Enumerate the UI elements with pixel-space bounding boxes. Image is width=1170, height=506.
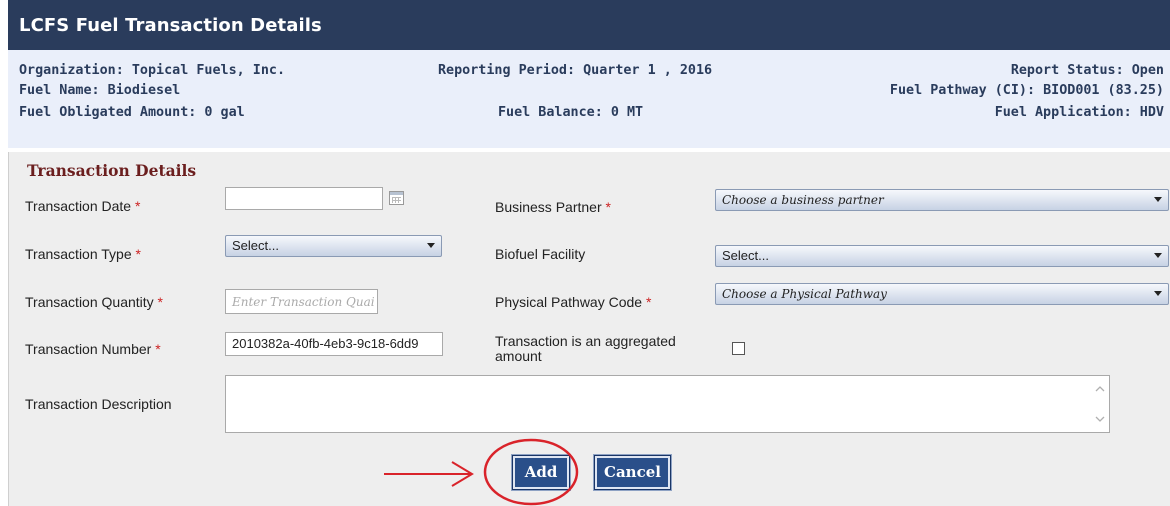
scroll-up-icon[interactable]: [1095, 384, 1105, 394]
cancel-button[interactable]: Cancel: [594, 455, 671, 490]
transaction-quantity-input[interactable]: Enter Transaction Quai: [225, 289, 378, 314]
required-marker: *: [134, 198, 141, 214]
transaction-type-select[interactable]: Select...: [225, 235, 442, 257]
required-marker: *: [605, 199, 611, 215]
calendar-icon[interactable]: [389, 191, 404, 205]
aggregated-label: Transaction is an aggregated amount: [495, 333, 676, 364]
biofuel-facility-select[interactable]: Select...: [715, 245, 1169, 267]
required-marker: *: [645, 294, 652, 310]
report-status-info: Report Status: Open: [1010, 63, 1164, 78]
add-button[interactable]: Add: [512, 455, 570, 490]
fuel-application-info: Fuel Application: HDV: [994, 105, 1164, 120]
page-title: LCFS Fuel Transaction Details: [19, 15, 322, 36]
business-partner-select[interactable]: Choose a business partner: [715, 189, 1169, 211]
transaction-form: Transaction Details Transaction Date * B…: [8, 152, 1170, 506]
required-marker: *: [155, 341, 161, 357]
transaction-quantity-label: Transaction Quantity *: [25, 294, 163, 310]
biofuel-facility-label: Biofuel Facility: [495, 246, 586, 262]
reporting-period-info: Reporting Period: Quarter 1 , 2016: [438, 63, 713, 78]
fuel-info-panel: Organization: Topical Fuels, Inc. Report…: [8, 50, 1170, 148]
transaction-number-label: Transaction Number *: [25, 341, 161, 357]
fuel-pathway-info: Fuel Pathway (CI): BIOD001 (83.25): [889, 83, 1164, 98]
transaction-date-label: Transaction Date *: [25, 198, 141, 214]
textarea-scrollbar[interactable]: [1091, 376, 1109, 432]
transaction-type-label: Transaction Type *: [25, 246, 141, 262]
transaction-date-input[interactable]: [225, 187, 383, 210]
business-partner-label: Business Partner *: [495, 199, 611, 215]
chevron-down-icon: [1154, 197, 1162, 202]
physical-pathway-label: Physical Pathway Code *: [495, 294, 652, 310]
organization-info: Organization: Topical Fuels, Inc.: [19, 63, 286, 78]
page-title-bar: LCFS Fuel Transaction Details: [8, 0, 1170, 50]
required-marker: *: [135, 246, 141, 262]
chevron-down-icon: [1154, 253, 1162, 258]
fuel-name-info: Fuel Name: Biodiesel: [19, 83, 181, 98]
fuel-obligated-info: Fuel Obligated Amount: 0 gal: [19, 105, 245, 120]
physical-pathway-select[interactable]: Choose a Physical Pathway: [715, 283, 1169, 305]
transaction-description-label: Transaction Description: [25, 396, 172, 412]
section-title: Transaction Details: [27, 161, 197, 180]
scroll-down-icon[interactable]: [1095, 414, 1105, 424]
fuel-balance-info: Fuel Balance: 0 MT: [498, 105, 644, 120]
chevron-down-icon: [427, 243, 435, 248]
required-marker: *: [157, 294, 163, 310]
aggregated-checkbox[interactable]: [732, 342, 745, 355]
transaction-number-input[interactable]: 2010382a-40fb-4eb3-9c18-6dd9: [225, 332, 443, 356]
chevron-down-icon: [1154, 291, 1162, 296]
transaction-description-textarea[interactable]: [225, 375, 1110, 433]
